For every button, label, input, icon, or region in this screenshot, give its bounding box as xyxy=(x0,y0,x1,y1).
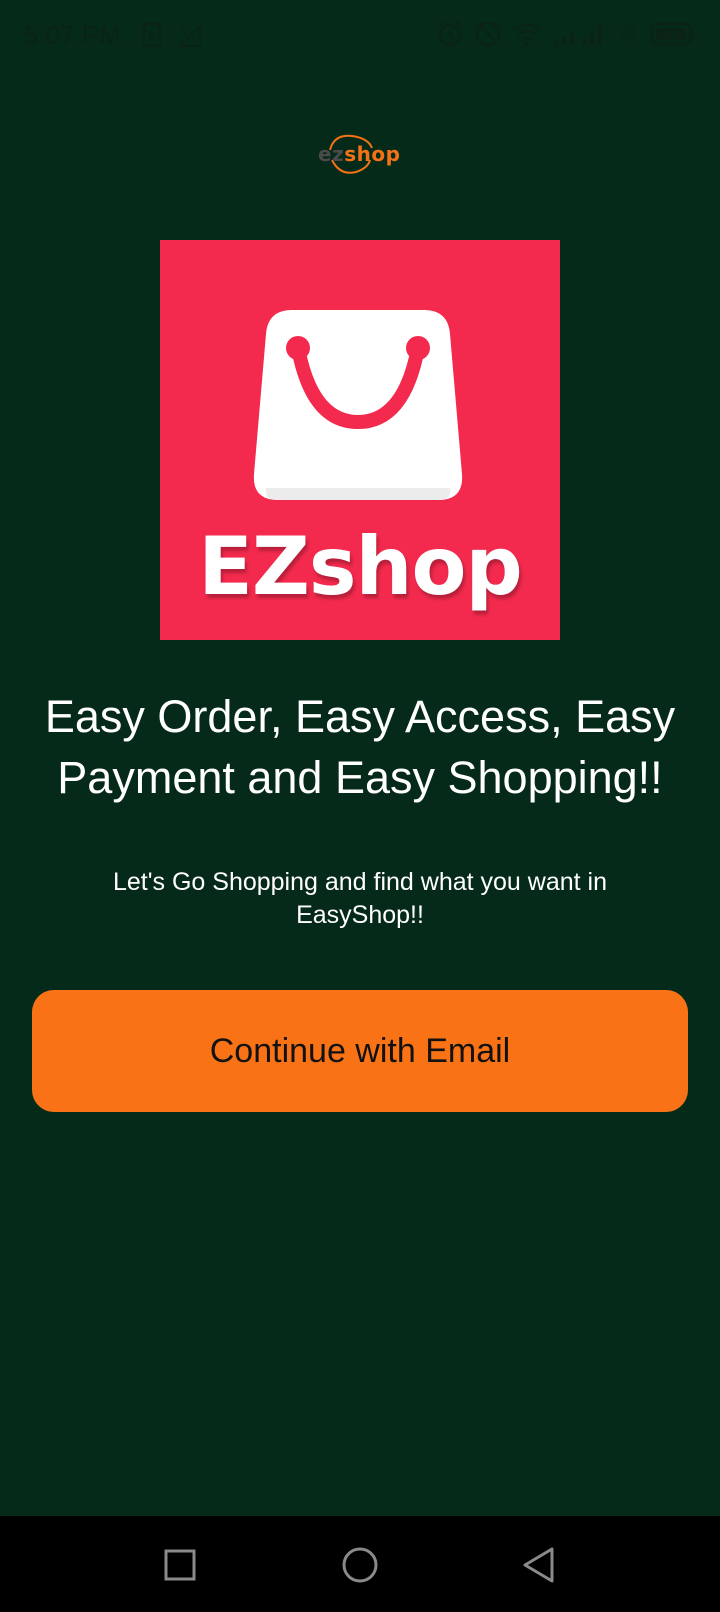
status-icons-left: ? xyxy=(142,22,202,48)
subtext: Let's Go Shopping and find what you want… xyxy=(113,868,607,929)
status-bar: 5:07 PM ? 2.2 K/s 88 xyxy=(0,0,720,72)
app-logo-text: EZshop xyxy=(198,520,522,613)
back-triangle-icon[interactable] xyxy=(519,1544,561,1586)
navigation-bar xyxy=(0,1516,720,1612)
header-logo: ezshop xyxy=(310,130,410,180)
battery-icon: 88 xyxy=(650,21,696,47)
do-not-disturb-icon xyxy=(474,20,502,48)
signal-bars-icon xyxy=(552,21,608,47)
status-icons-right: 2.2 K/s 88 xyxy=(436,20,696,48)
status-time: 5:07 PM xyxy=(24,20,121,50)
continue-with-email-button[interactable]: Continue with Email xyxy=(32,990,688,1112)
network-speed-value: 2.2 xyxy=(622,23,636,34)
svg-text:?: ? xyxy=(179,24,185,37)
network-speed: 2.2 K/s xyxy=(618,23,640,45)
no-sim-signal-icon: ? xyxy=(176,22,202,48)
header-logo-text: ezshop xyxy=(318,142,400,166)
wifi-icon xyxy=(512,21,542,47)
continue-with-email-label: Continue with Email xyxy=(209,1031,511,1070)
recents-square-icon[interactable] xyxy=(159,1544,201,1586)
header-logo-shop: shop xyxy=(344,142,401,166)
header-logo-ez: ez xyxy=(318,142,345,166)
shopping-bag-icon xyxy=(252,304,464,504)
app-logo: EZshop xyxy=(160,240,560,640)
alarm-icon xyxy=(436,20,464,48)
network-speed-unit: K/s xyxy=(621,34,637,45)
home-circle-icon[interactable] xyxy=(339,1544,381,1586)
screen-record-icon xyxy=(142,22,162,48)
welcome-screen: 5:07 PM ? 2.2 K/s 88 ezshop EZshop Easy … xyxy=(0,0,720,1612)
battery-level: 88 xyxy=(665,30,678,41)
headline: Easy Order, Easy Access, Easy Payment an… xyxy=(44,691,676,803)
